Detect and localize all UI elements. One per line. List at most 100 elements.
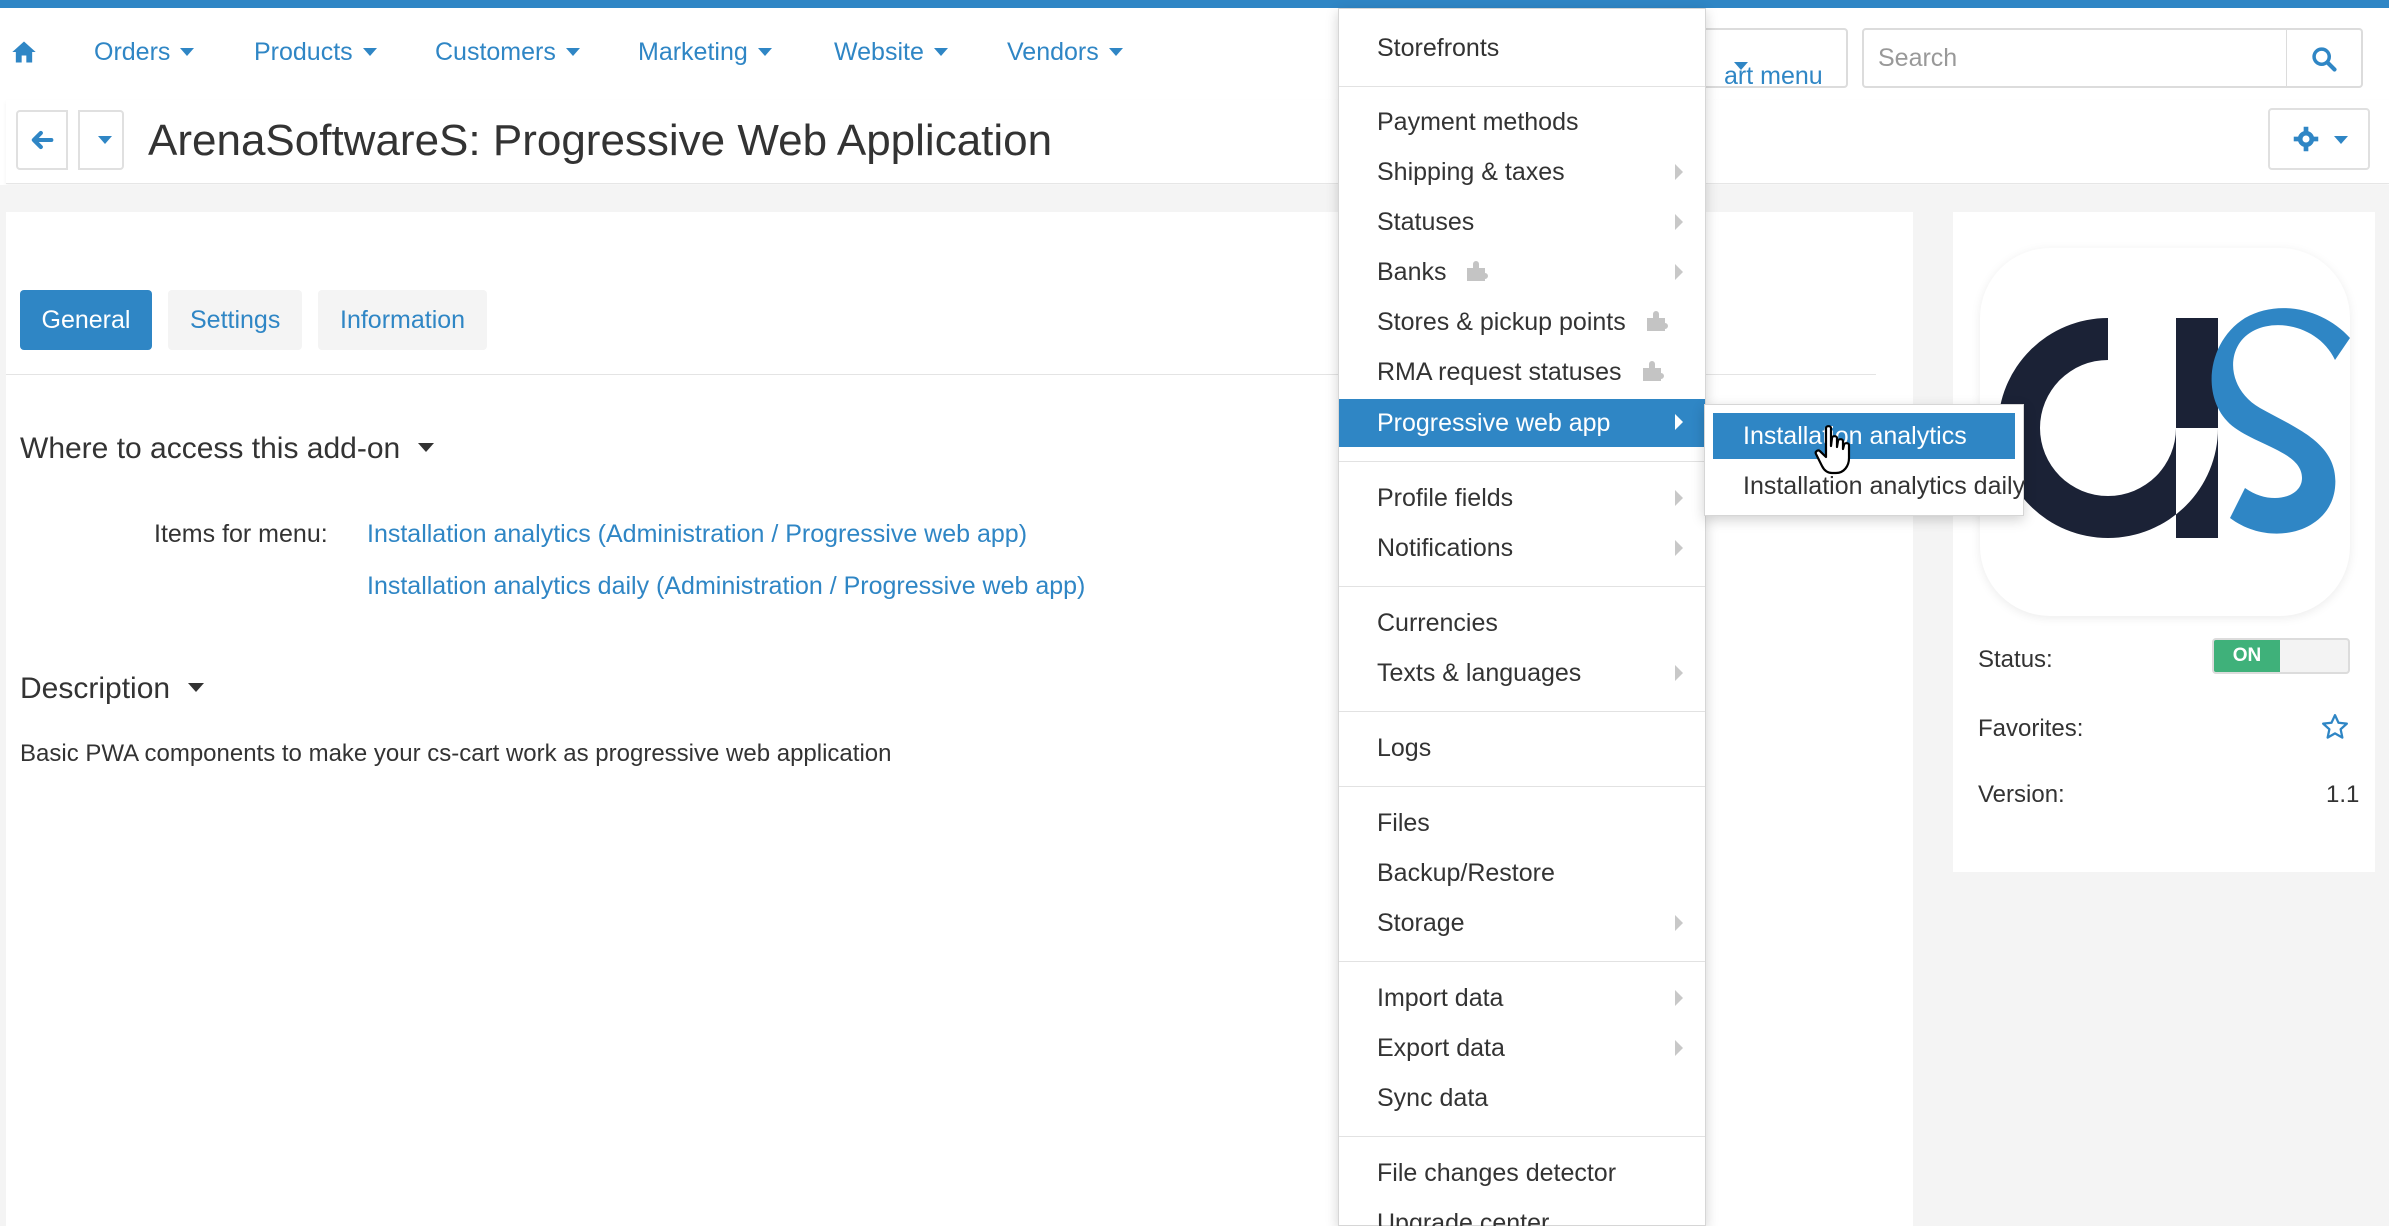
chevron-down-icon <box>1734 62 1748 70</box>
menu-item-logs[interactable]: Logs <box>1339 725 1705 771</box>
menu-item-label: Logs <box>1377 734 1432 762</box>
chevron-down-icon <box>565 48 580 56</box>
menu-divider <box>1339 461 1705 462</box>
menu-item-label: Stores & pickup points <box>1377 308 1626 336</box>
submenu-item-installation-analytics[interactable]: Installation analytics <box>1713 413 2015 459</box>
menu-item-shipping-taxes[interactable]: Shipping & taxes <box>1339 149 1705 195</box>
access-heading-text: Where to access this add-on <box>20 432 401 465</box>
chevron-right-icon <box>1675 540 1683 556</box>
menu-item-progressive-web-app[interactable]: Progressive web app <box>1339 399 1705 447</box>
menu-item-files[interactable]: Files <box>1339 800 1705 846</box>
menu-item-backup-restore[interactable]: Backup/Restore <box>1339 850 1705 896</box>
menu-item-upgrade-center[interactable]: Upgrade center <box>1339 1200 1705 1226</box>
chevron-right-icon <box>1675 164 1683 180</box>
quick-menu-button[interactable]: art menu <box>1690 28 1848 90</box>
puzzle-icon <box>1642 361 1664 381</box>
nav-orders[interactable]: Orders <box>94 38 195 67</box>
description-text: Basic PWA components to make your cs-car… <box>20 740 892 767</box>
menu-item-label: Texts & languages <box>1377 659 1582 687</box>
search-icon <box>2312 47 2337 72</box>
description-heading-text: Description <box>20 672 171 705</box>
administration-dropdown-menu: Storefronts Payment methods Shipping & t… <box>1338 8 1706 1226</box>
menu-item-statuses[interactable]: Statuses <box>1339 199 1705 245</box>
menu-divider <box>1339 86 1705 87</box>
menu-item-currencies[interactable]: Currencies <box>1339 600 1705 646</box>
menu-item-notifications[interactable]: Notifications <box>1339 525 1705 571</box>
top-accent-line <box>0 0 2389 8</box>
chevron-right-icon <box>1675 414 1683 430</box>
menu-item-storage[interactable]: Storage <box>1339 900 1705 946</box>
nav-marketing[interactable]: Marketing <box>638 38 772 67</box>
chevron-down-icon <box>757 48 772 56</box>
top-navigation: Orders Products Customers Marketing Webs… <box>0 8 2389 96</box>
submenu-item-installation-analytics-daily[interactable]: Installation analytics daily <box>1705 463 2025 509</box>
chevron-down-icon <box>418 443 435 452</box>
menu-item-rma-request-statuses[interactable]: RMA request statuses <box>1339 349 1705 395</box>
chevron-down-icon <box>98 136 112 144</box>
tab-information[interactable]: Information <box>318 290 488 350</box>
menu-item-payment-methods[interactable]: Payment methods <box>1339 99 1705 145</box>
menu-item-label: Storefronts <box>1377 34 1500 62</box>
menu-item-banks[interactable]: Banks <box>1339 249 1705 295</box>
search-input[interactable] <box>1862 28 2288 88</box>
tab-general[interactable]: General <box>20 290 152 350</box>
page-header: ArenaSoftwareS: Progressive Web Applicat… <box>6 100 2389 184</box>
menu-item-label: Progressive web app <box>1377 409 1611 437</box>
items-for-menu-label: Items for menu: <box>154 520 328 548</box>
chevron-right-icon <box>1675 214 1683 230</box>
menu-divider <box>1339 586 1705 587</box>
arenasoftwares-logo-icon <box>1998 308 2350 538</box>
tab-settings[interactable]: Settings <box>168 290 303 350</box>
menu-item-label: Backup/Restore <box>1377 859 1555 887</box>
menu-link-installation-analytics[interactable]: Installation analytics (Administration /… <box>367 520 1027 549</box>
menu-item-label: RMA request statuses <box>1377 358 1622 386</box>
nav-customers[interactable]: Customers <box>435 38 580 67</box>
search-button[interactable] <box>2287 28 2363 88</box>
back-button[interactable] <box>16 110 68 170</box>
nav-products-label: Products <box>254 38 353 66</box>
menu-item-label: Profile fields <box>1377 484 1514 512</box>
chevron-right-icon <box>1675 665 1683 681</box>
chevron-right-icon <box>1675 264 1683 280</box>
nav-products[interactable]: Products <box>254 38 377 67</box>
menu-item-import-data[interactable]: Import data <box>1339 975 1705 1021</box>
nav-website[interactable]: Website <box>834 38 948 67</box>
menu-item-texts-languages[interactable]: Texts & languages <box>1339 650 1705 696</box>
menu-item-label: Storage <box>1377 909 1465 937</box>
menu-item-label: Notifications <box>1377 534 1514 562</box>
menu-item-file-changes-detector[interactable]: File changes detector <box>1339 1150 1705 1196</box>
chevron-down-icon <box>362 48 377 56</box>
page-title: ArenaSoftwareS: Progressive Web Applicat… <box>148 116 1053 165</box>
home-icon[interactable] <box>10 38 38 66</box>
menu-item-label: Files <box>1377 809 1430 837</box>
menu-item-label: Payment methods <box>1377 108 1579 136</box>
version-value: 1.1 <box>2326 781 2360 808</box>
nav-vendors[interactable]: Vendors <box>1007 38 1123 67</box>
chevron-down-icon <box>1108 48 1123 56</box>
settings-gear-button[interactable] <box>2268 108 2370 170</box>
access-section-heading[interactable]: Where to access this add-on <box>20 432 435 466</box>
menu-item-sync-data[interactable]: Sync data <box>1339 1075 1705 1121</box>
menu-item-export-data[interactable]: Export data <box>1339 1025 1705 1071</box>
status-label: Status: <box>1978 646 2053 673</box>
menu-item-storefronts[interactable]: Storefronts <box>1339 25 1705 71</box>
menu-item-label: Statuses <box>1377 208 1475 236</box>
menu-item-label: File changes detector <box>1377 1159 1617 1187</box>
version-label: Version: <box>1978 781 2065 808</box>
puzzle-icon <box>1467 261 1489 281</box>
description-section-heading[interactable]: Description <box>20 672 205 706</box>
progressive-web-app-submenu: Installation analytics Installation anal… <box>1704 404 2025 516</box>
menu-item-label: Banks <box>1377 258 1447 286</box>
puzzle-icon <box>1646 311 1668 331</box>
hand-pointer-cursor-icon <box>1814 425 1851 475</box>
chevron-down-icon <box>180 48 195 56</box>
menu-item-label: Export data <box>1377 1034 1505 1062</box>
star-icon[interactable] <box>2320 712 2350 742</box>
menu-item-stores-pickup-points[interactable]: Stores & pickup points <box>1339 299 1705 345</box>
menu-link-installation-analytics-daily[interactable]: Installation analytics daily (Administra… <box>367 572 1085 601</box>
menu-item-profile-fields[interactable]: Profile fields <box>1339 475 1705 521</box>
history-dropdown-button[interactable] <box>78 110 124 170</box>
chevron-right-icon <box>1675 1040 1683 1056</box>
menu-item-label: Import data <box>1377 984 1504 1012</box>
status-toggle[interactable]: ON <box>2212 638 2350 674</box>
